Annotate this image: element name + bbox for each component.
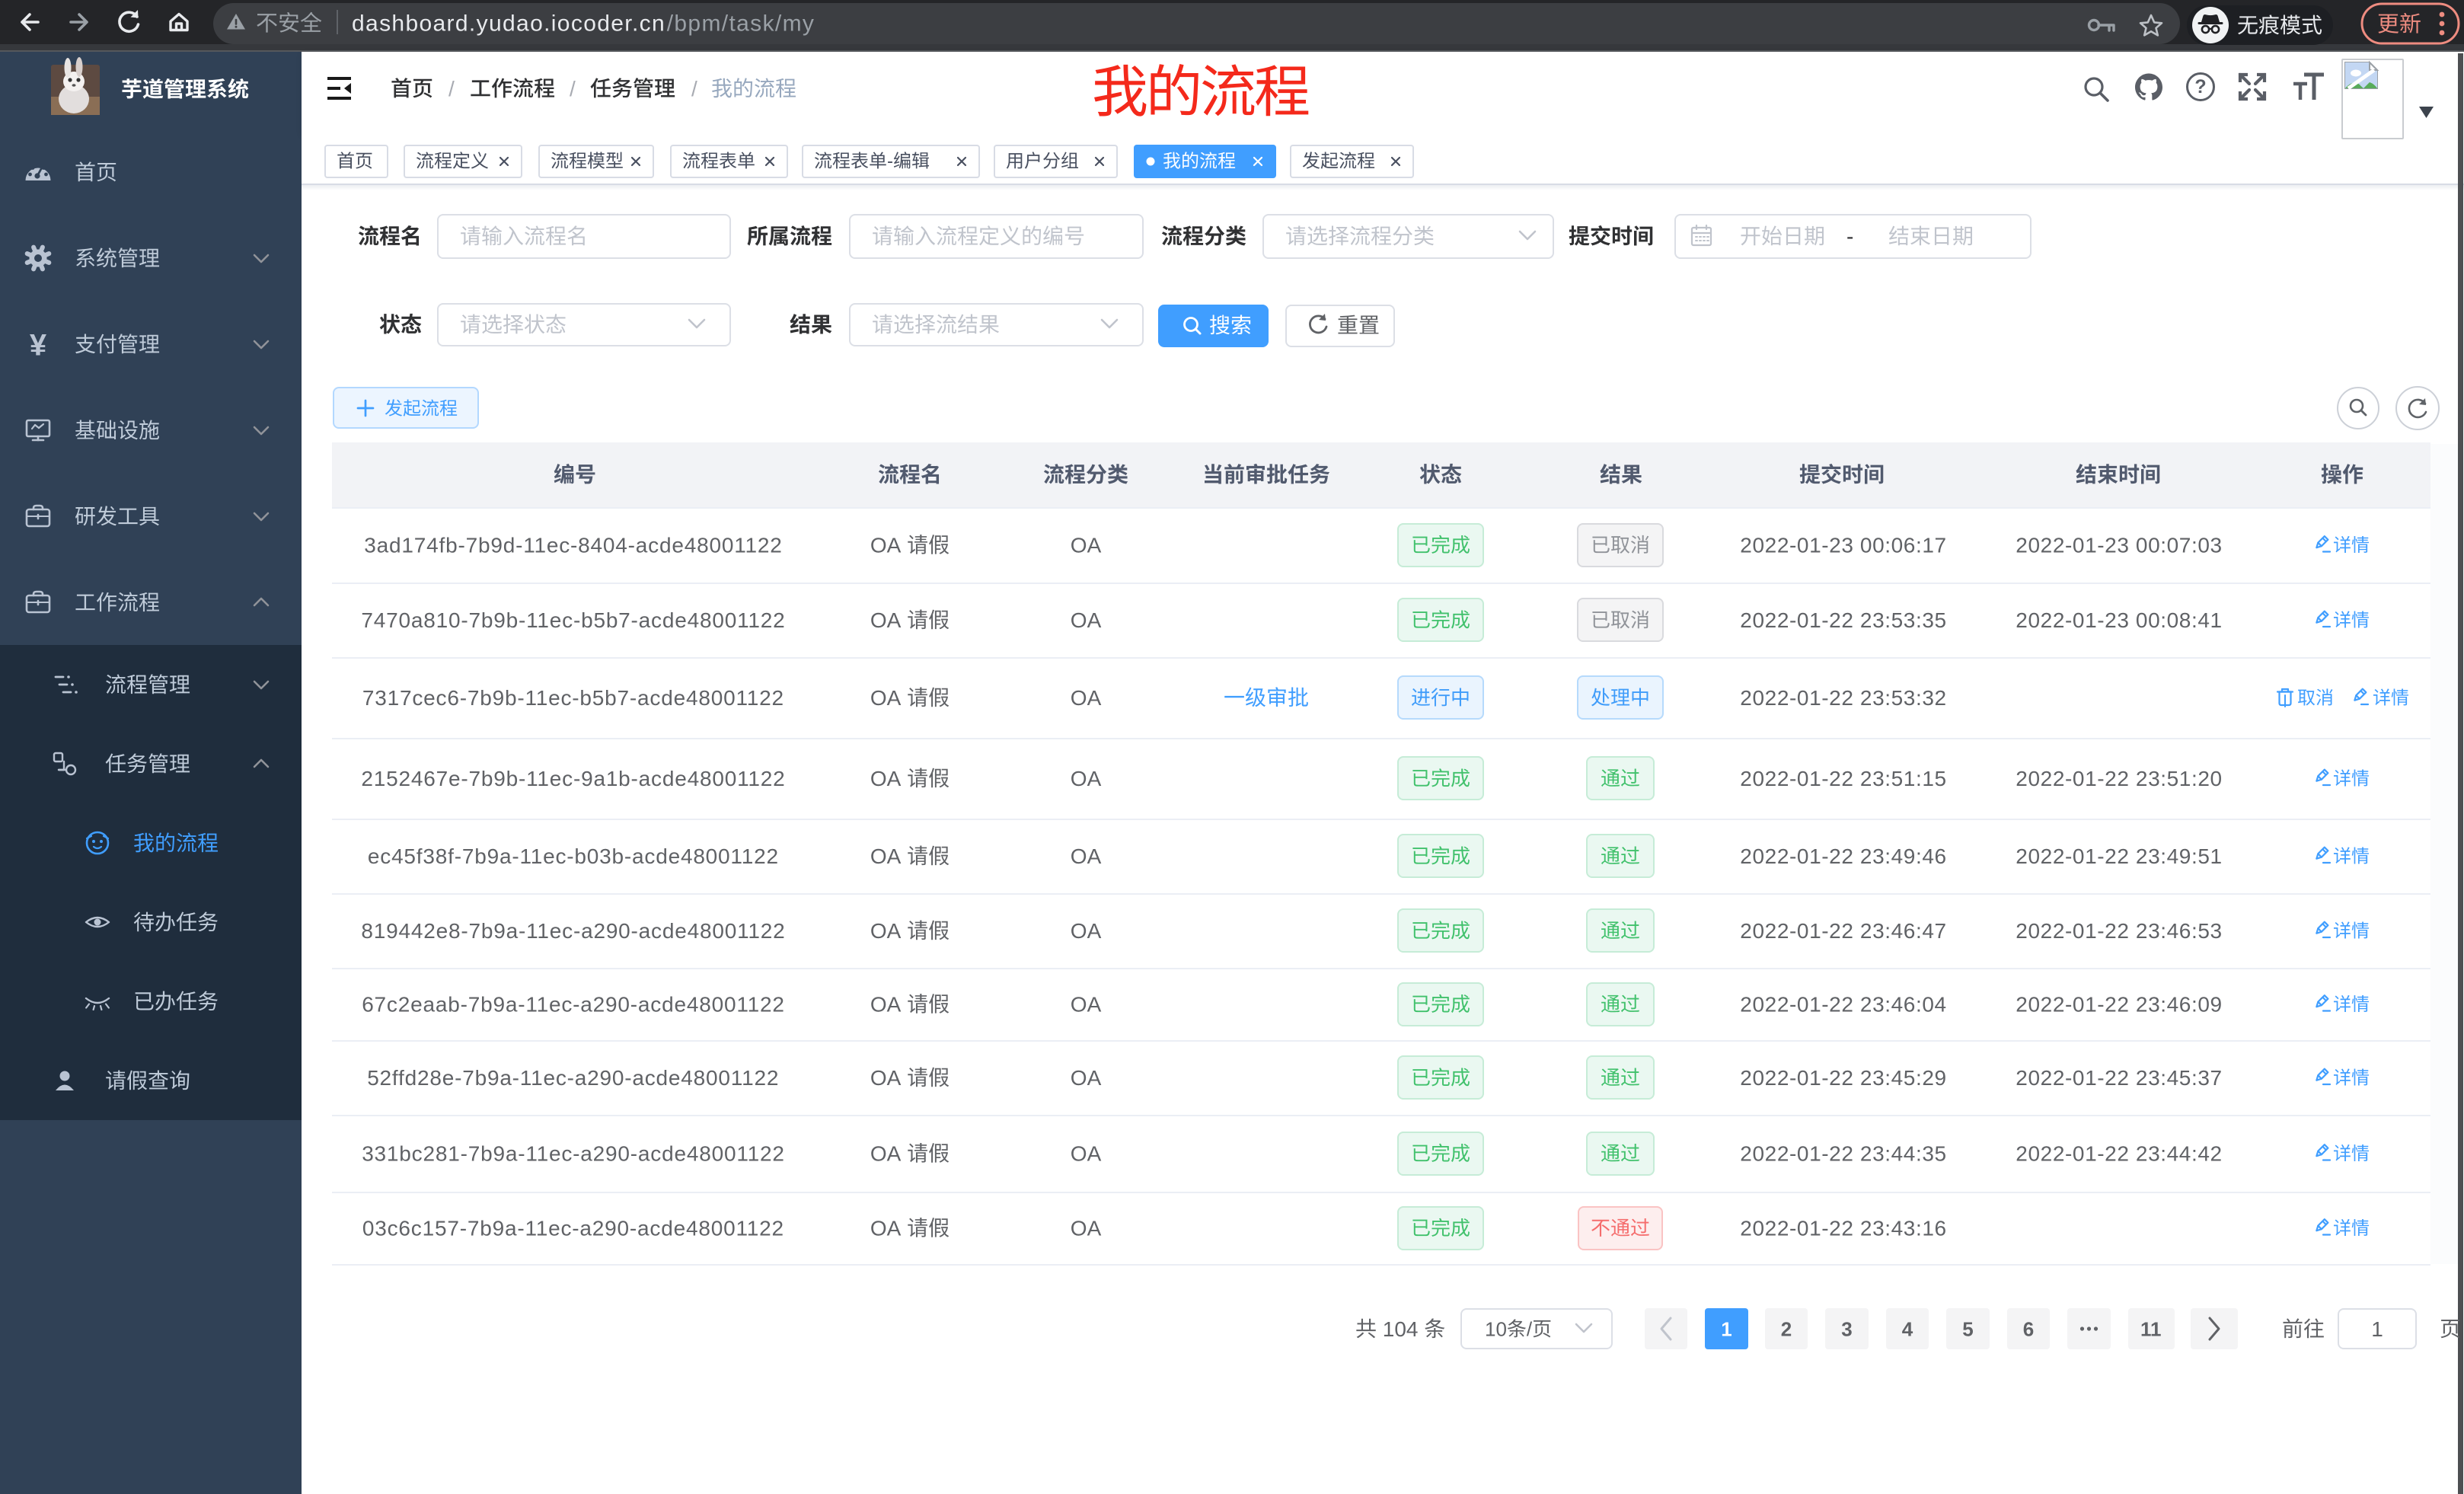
svg-text:OA: OA <box>1071 993 1102 1017</box>
svg-text:/: / <box>1527 1317 1533 1340</box>
svg-text:OA: OA <box>1071 534 1102 557</box>
svg-text:2022-01-22 23:51:20: 2022-01-22 23:51:20 <box>2016 767 2222 790</box>
svg-text:OA: OA <box>1071 608 1102 632</box>
svg-text:/: / <box>448 77 455 101</box>
svg-text:OA: OA <box>870 1217 906 1240</box>
svg-text:1: 1 <box>1721 1317 1732 1340</box>
svg-text:6: 6 <box>2023 1317 2034 1340</box>
svg-text:OA: OA <box>870 844 906 868</box>
svg-text:/: / <box>691 77 697 101</box>
svg-text:2022-01-23 00:06:17: 2022-01-23 00:06:17 <box>1740 534 1946 557</box>
svg-text:11: 11 <box>2140 1317 2162 1340</box>
svg-text:OA: OA <box>1071 686 1102 710</box>
svg-text:7470a810-7b9b-11ec-b5b7-acde48: 7470a810-7b9b-11ec-b5b7-acde48001122 <box>361 608 785 632</box>
svg-text:52ffd28e-7b9a-11ec-a290-acde48: 52ffd28e-7b9a-11ec-a290-acde48001122 <box>367 1066 779 1090</box>
svg-text:¥: ¥ <box>30 328 47 362</box>
svg-text:7317cec6-7b9b-11ec-b5b7-acde48: 7317cec6-7b9b-11ec-b5b7-acde48001122 <box>362 686 784 710</box>
svg-text:OA: OA <box>1071 1217 1102 1240</box>
svg-text:/: / <box>570 77 576 101</box>
svg-text:03c6c157-7b9a-11ec-a290-acde48: 03c6c157-7b9a-11ec-a290-acde48001122 <box>362 1217 784 1240</box>
svg-text:2152467e-7b9b-11ec-9a1b-acde48: 2152467e-7b9b-11ec-9a1b-acde48001122 <box>361 767 785 790</box>
svg-text:1: 1 <box>2371 1317 2383 1341</box>
svg-text:3ad174fb-7b9d-11ec-8404-acde48: 3ad174fb-7b9d-11ec-8404-acde48001122 <box>364 534 782 557</box>
svg-text:819442e8-7b9a-11ec-a290-acde48: 819442e8-7b9a-11ec-a290-acde48001122 <box>361 919 785 943</box>
svg-text:OA: OA <box>1071 1066 1102 1090</box>
svg-text:OA: OA <box>870 1142 906 1166</box>
svg-text:2022-01-22 23:46:53: 2022-01-22 23:46:53 <box>2016 919 2222 943</box>
svg-text:OA: OA <box>870 993 906 1017</box>
svg-text:10: 10 <box>1485 1317 1507 1340</box>
svg-text:dashboard.yudao.iocoder.cn: dashboard.yudao.iocoder.cn <box>352 11 665 37</box>
svg-text:2022-01-22 23:44:42: 2022-01-22 23:44:42 <box>2016 1142 2222 1166</box>
svg-text:OA: OA <box>870 608 906 632</box>
svg-text:OA: OA <box>870 686 906 710</box>
svg-text:-: - <box>887 152 893 172</box>
svg-text:2022-01-22 23:45:37: 2022-01-22 23:45:37 <box>2016 1066 2222 1090</box>
svg-text:2: 2 <box>1781 1317 1792 1340</box>
svg-text:2022-01-23 00:08:41: 2022-01-23 00:08:41 <box>2016 608 2222 632</box>
svg-text:67c2eaab-7b9a-11ec-a290-acde48: 67c2eaab-7b9a-11ec-a290-acde48001122 <box>362 993 785 1017</box>
svg-text:OA: OA <box>870 1066 906 1090</box>
svg-text:OA: OA <box>870 534 906 557</box>
svg-text:2022-01-22 23:51:15: 2022-01-22 23:51:15 <box>1740 767 1946 790</box>
svg-text:5: 5 <box>1962 1317 1973 1340</box>
svg-text:OA: OA <box>1071 767 1102 790</box>
svg-text:2022-01-22 23:53:35: 2022-01-22 23:53:35 <box>1740 608 1946 632</box>
svg-text:ec45f38f-7b9a-11ec-b03b-acde48: ec45f38f-7b9a-11ec-b03b-acde48001122 <box>368 844 779 868</box>
svg-text:OA: OA <box>1071 844 1102 868</box>
svg-text:OA: OA <box>870 767 906 790</box>
svg-text:331bc281-7b9a-11ec-a290-acde48: 331bc281-7b9a-11ec-a290-acde48001122 <box>362 1142 785 1166</box>
svg-text:?: ? <box>2194 76 2206 97</box>
svg-text:2022-01-22 23:46:09: 2022-01-22 23:46:09 <box>2016 993 2222 1017</box>
svg-text:-: - <box>1846 225 1853 248</box>
svg-text:OA: OA <box>1071 919 1102 943</box>
svg-text:104: 104 <box>1377 1317 1424 1341</box>
svg-text:2022-01-23 00:07:03: 2022-01-23 00:07:03 <box>2016 534 2222 557</box>
svg-text:2022-01-22 23:45:29: 2022-01-22 23:45:29 <box>1740 1066 1946 1090</box>
svg-text:2022-01-22 23:49:46: 2022-01-22 23:49:46 <box>1740 844 1946 868</box>
svg-text:2022-01-22 23:46:04: 2022-01-22 23:46:04 <box>1740 993 1946 1017</box>
svg-text:/bpm/task/my: /bpm/task/my <box>667 11 815 37</box>
svg-text:2022-01-22 23:49:51: 2022-01-22 23:49:51 <box>2016 844 2222 868</box>
svg-text:2022-01-22 23:44:35: 2022-01-22 23:44:35 <box>1740 1142 1946 1166</box>
svg-text:3: 3 <box>1841 1317 1852 1340</box>
svg-text:2022-01-22 23:43:16: 2022-01-22 23:43:16 <box>1740 1217 1946 1240</box>
svg-text:OA: OA <box>870 919 906 943</box>
svg-text:2022-01-22 23:46:47: 2022-01-22 23:46:47 <box>1740 919 1946 943</box>
svg-text:2022-01-22 23:53:32: 2022-01-22 23:53:32 <box>1740 686 1946 710</box>
svg-text:4: 4 <box>1902 1317 1913 1340</box>
svg-text:OA: OA <box>1071 1142 1102 1166</box>
